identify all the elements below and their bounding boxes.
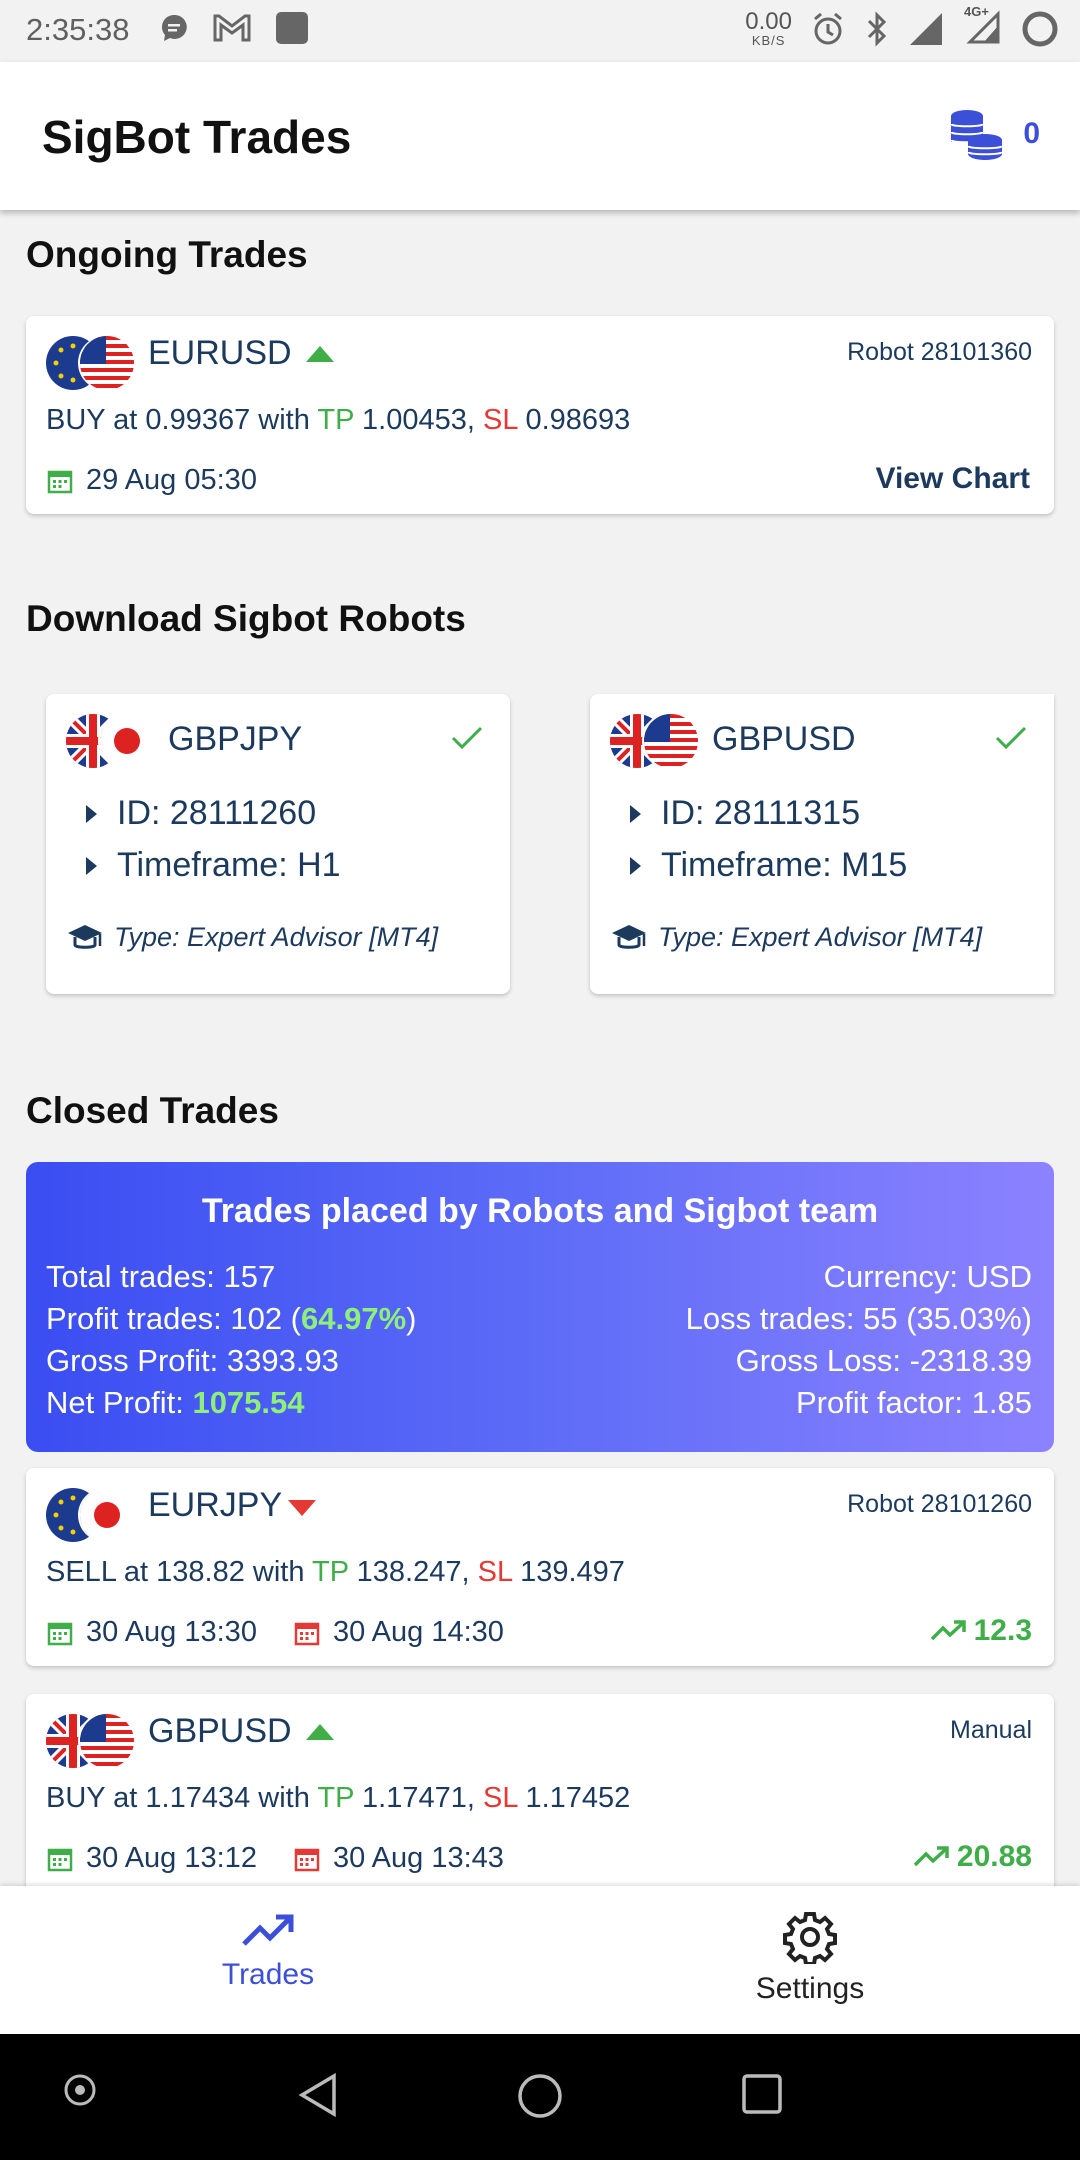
robot-id: ID: 28111260: [86, 794, 316, 833]
jp-flag-icon: [100, 714, 154, 768]
us-flag-icon: [644, 714, 698, 768]
signal-icon: [910, 12, 942, 45]
trade-profit: 20.88: [913, 1840, 1032, 1874]
view-chart-link[interactable]: View Chart: [876, 462, 1031, 496]
nav-trades[interactable]: Trades: [118, 1910, 418, 1992]
robot-pair: GBPUSD: [712, 720, 856, 758]
trade-source: Robot 28101360: [847, 338, 1032, 366]
trade-details: SELL at 138.82 with TP 138.247, SL 139.4…: [46, 1556, 625, 1588]
main-content[interactable]: Ongoing Trades EURUSD Robot 28101360 BUY…: [0, 210, 1080, 1886]
trade-source: Manual: [950, 1716, 1032, 1744]
network-type: 4G+: [964, 4, 989, 19]
coins-balance[interactable]: 0: [947, 106, 1040, 162]
robot-type: Type: Expert Advisor [MT4]: [66, 922, 438, 953]
closed-trade-card[interactable]: EURJPY Robot 28101260 SELL at 138.82 wit…: [26, 1468, 1054, 1666]
alarm-icon: [814, 12, 842, 44]
robot-id: ID: 28111315: [630, 794, 860, 833]
trend-up-icon: [306, 1724, 334, 1740]
jp-flag-icon: [80, 1488, 134, 1542]
gmail-notification-icon: [213, 14, 251, 42]
trade-pair: EURUSD: [148, 334, 292, 372]
trending-up-icon: [913, 1846, 949, 1867]
graduation-cap-icon: [612, 924, 646, 949]
coins-icon: [950, 110, 1004, 160]
robot-timeframe: Timeframe: H1: [86, 846, 341, 885]
trade-source: Robot 28101260: [847, 1490, 1032, 1518]
recents-icon[interactable]: [740, 2072, 784, 2116]
summary-left: Total trades: 157 Profit trades: 102 (64…: [46, 1259, 417, 1420]
trade-dates: 30 Aug 13:12 30 Aug 13:43: [46, 1842, 504, 1875]
system-nav-bar: [0, 2034, 1080, 2160]
calendar-open-icon: [47, 1622, 73, 1645]
trend-down-icon: [288, 1500, 316, 1516]
robot-type: Type: Expert Advisor [MT4]: [610, 922, 982, 953]
check-icon: [451, 726, 483, 750]
summary-right: Currency: USD Loss trades: 55 (35.03%) G…: [685, 1259, 1032, 1420]
trade-pair: EURJPY: [148, 1486, 283, 1524]
trade-profit: 12.3: [930, 1614, 1032, 1648]
calendar-open-icon: [47, 1848, 73, 1871]
status-time: 2:35:38: [26, 12, 130, 47]
trade-pair: GBPUSD: [148, 1712, 292, 1750]
gear-icon: [783, 1912, 837, 1964]
calendar-close-icon: [294, 1848, 320, 1871]
trade-dates: 29 Aug 05:30: [46, 464, 257, 497]
calendar-open-icon: [47, 470, 73, 493]
trade-dates: 30 Aug 13:30 30 Aug 14:30: [46, 1616, 504, 1649]
check-icon: [995, 726, 1027, 750]
coins-count: 0: [1023, 117, 1040, 150]
graduation-cap-icon: [68, 924, 102, 949]
trade-details: BUY at 1.17434 with TP 1.17471, SL 1.174…: [46, 1782, 631, 1814]
home-icon[interactable]: [516, 2072, 564, 2120]
trending-up-icon: [242, 1914, 294, 1946]
closed-summary-card: Trades placed by Robots and Sigbot team …: [26, 1162, 1054, 1452]
trade-details: BUY at 0.99367 with TP 1.00453, SL 0.986…: [46, 404, 631, 436]
robots-title: Download Sigbot Robots: [26, 598, 466, 639]
summary-title: Trades placed by Robots and Sigbot team: [201, 1192, 879, 1230]
us-flag-icon: [80, 1714, 134, 1768]
nav-settings[interactable]: Settings: [660, 1910, 960, 2006]
robot-timeframe: Timeframe: M15: [630, 846, 907, 885]
app-bar: SigBot Trades 0: [0, 62, 1080, 210]
trend-up-icon: [306, 346, 334, 362]
chat-notification-icon: [161, 14, 187, 41]
ongoing-title: Ongoing Trades: [26, 234, 308, 275]
closed-trade-card[interactable]: GBPUSD Manual BUY at 1.17434 with TP 1.1…: [26, 1694, 1054, 1886]
robot-pair: GBPJPY: [168, 720, 303, 758]
robot-card[interactable]: GBPUSD ID: 28111315 Timeframe: M15 Type:…: [590, 694, 1054, 994]
trending-up-icon: [930, 1620, 966, 1641]
bottom-nav: Trades Settings: [0, 1886, 1080, 2034]
battery-ring-icon: [1022, 11, 1058, 46]
back-icon[interactable]: [296, 2072, 340, 2118]
calendar-close-icon: [294, 1622, 320, 1645]
app-notification-icon: [276, 12, 308, 44]
robot-card[interactable]: GBPJPY ID: 28111260 Timeframe: H1 Type: …: [46, 694, 510, 994]
status-bar: 2:35:38 0.00 KB/S 4G+: [0, 0, 1080, 62]
assistant-icon[interactable]: [62, 2072, 98, 2108]
closed-title: Closed Trades: [26, 1090, 279, 1131]
ongoing-trade-card[interactable]: EURUSD Robot 28101360 BUY at 0.99367 wit…: [26, 316, 1054, 514]
app-title: SigBot Trades: [42, 111, 352, 163]
us-flag-icon: [80, 336, 134, 390]
net-speed: 0.00 KB/S: [745, 8, 792, 48]
bluetooth-icon: [867, 10, 887, 47]
